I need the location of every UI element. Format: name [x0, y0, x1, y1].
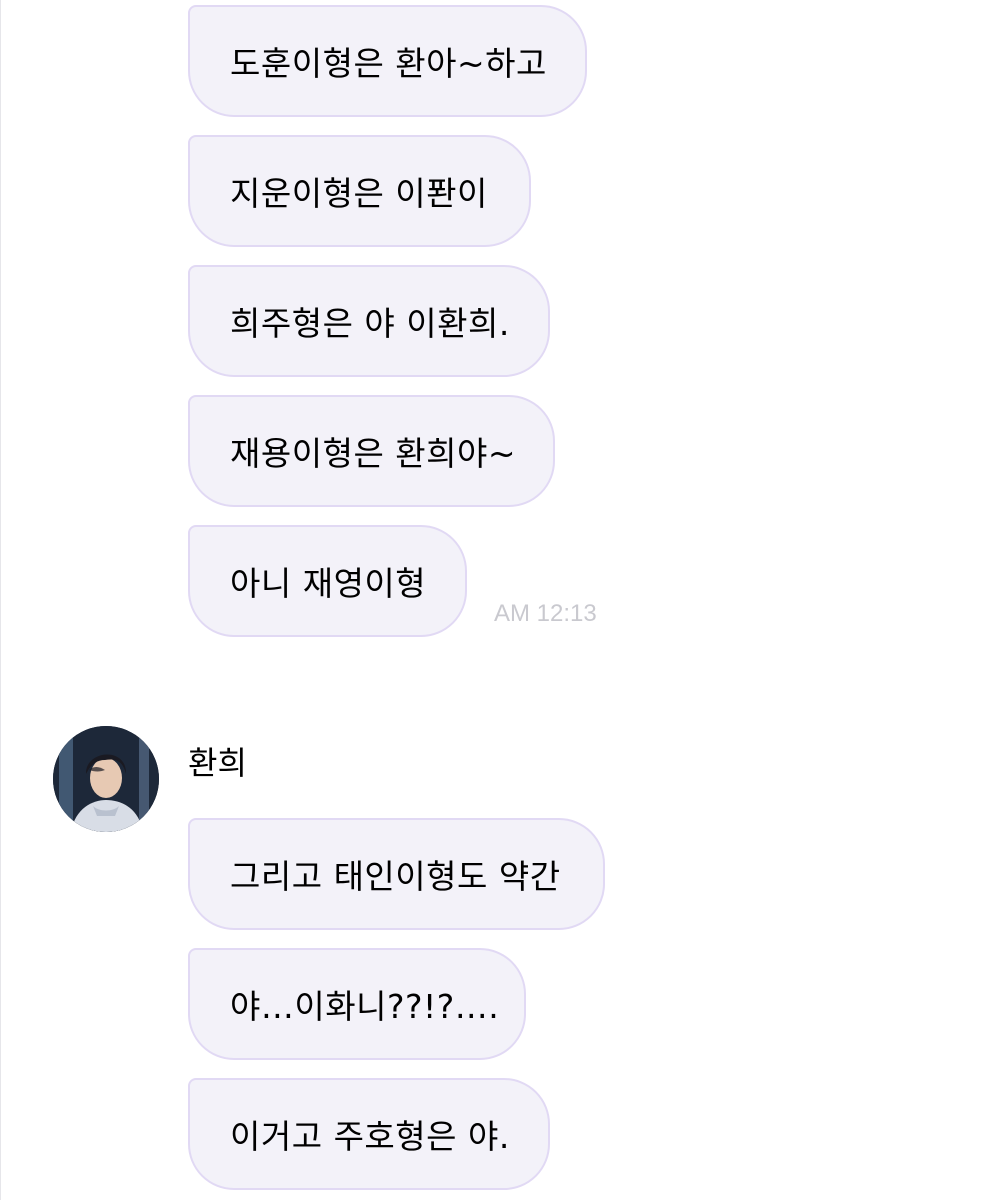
message-bubble[interactable]: 희주형은 야 이환희.	[188, 265, 550, 377]
message-timestamp: AM 12:13	[494, 600, 597, 627]
sender-name: 환희	[188, 744, 247, 782]
message-text: 아니 재영이형	[230, 564, 427, 603]
message-bubble[interactable]: 이거고 주호형은 야.	[188, 1078, 550, 1190]
profile-photo-icon	[53, 726, 159, 832]
message-text: 이거고 주호형은 야.	[230, 1117, 510, 1156]
message-text: 야…이화니??!?….	[230, 987, 500, 1026]
avatar[interactable]	[53, 726, 159, 832]
left-divider	[0, 0, 1, 1200]
message-bubble[interactable]: 아니 재영이형	[188, 525, 467, 637]
message-text: 희주형은 야 이환희.	[230, 304, 510, 343]
message-text: 재용이형은 환희야~	[230, 434, 517, 473]
message-bubble[interactable]: 도훈이형은 환아~하고	[188, 5, 587, 117]
message-bubble[interactable]: 재용이형은 환희야~	[188, 395, 555, 507]
message-bubble[interactable]: 지운이형은 이퐌이	[188, 135, 531, 247]
message-text: 그리고 태인이형도 약간	[230, 857, 561, 896]
message-bubble[interactable]: 그리고 태인이형도 약간	[188, 818, 605, 930]
message-text: 도훈이형은 환아~하고	[230, 44, 547, 83]
message-text: 지운이형은 이퐌이	[230, 174, 488, 213]
message-bubble[interactable]: 야…이화니??!?….	[188, 948, 526, 1060]
